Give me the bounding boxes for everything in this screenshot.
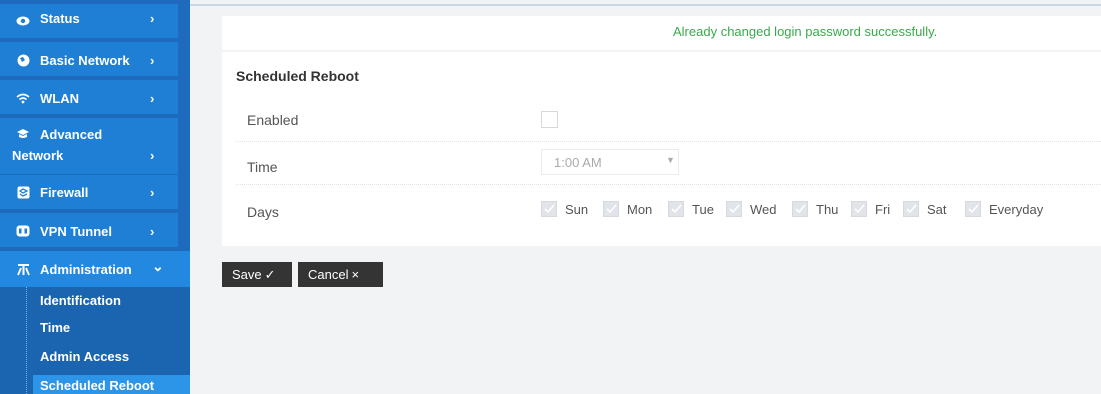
day-label: Everyday <box>989 201 1044 217</box>
row-divider <box>236 141 1101 142</box>
save-button-label: Save <box>232 267 262 282</box>
chevron-right-icon: › <box>150 53 155 68</box>
sidebar-subitem-admin-access[interactable]: Admin Access <box>40 349 129 364</box>
chevron-right-icon: › <box>150 185 155 200</box>
top-divider <box>190 4 1101 6</box>
check-icon: ✓ <box>264 266 276 282</box>
checkbox-checked-icon <box>541 201 557 217</box>
time-select[interactable]: 1:00 AM ▼ <box>541 149 679 175</box>
sidebar-item-advanced-network[interactable]: Advanced Network › <box>0 118 178 174</box>
tree-line <box>26 287 27 394</box>
chevron-right-icon: › <box>150 148 155 163</box>
sidebar-item-basic-network[interactable]: Basic Network › <box>0 42 178 76</box>
checkbox-checked-icon <box>792 201 808 217</box>
chevron-right-icon: › <box>150 11 155 26</box>
checkbox-checked-icon <box>903 201 919 217</box>
graduation-cap-icon <box>16 127 30 141</box>
sidebar-item-label: Advanced <box>40 127 103 142</box>
day-checkbox-everyday[interactable]: Everyday <box>965 200 1043 218</box>
tools-icon <box>16 262 30 276</box>
sidebar-item-label: Status <box>40 11 80 26</box>
checkbox-checked-icon <box>668 201 684 217</box>
sidebar-item-firewall[interactable]: Firewall › <box>0 175 178 209</box>
dropdown-arrow-icon: ▼ <box>666 155 675 165</box>
checkbox-checked-icon <box>851 201 867 217</box>
sidebar-item-label: VPN Tunnel <box>40 224 112 239</box>
day-checkbox-sun[interactable]: Sun <box>541 200 588 218</box>
day-label: Tue <box>692 201 714 217</box>
close-icon: × <box>351 267 360 282</box>
sidebar-item-administration[interactable]: Administration ⌄ <box>0 251 190 287</box>
sidebar-item-label: Basic Network <box>40 53 130 68</box>
sidebar-item-wlan[interactable]: WLAN › <box>0 80 178 114</box>
success-message: Already changed login password successfu… <box>673 24 938 39</box>
day-label: Mon <box>627 201 653 217</box>
chevron-right-icon: › <box>150 224 155 239</box>
sidebar-item-label: Administration <box>40 262 132 277</box>
time-label: Time <box>247 159 278 175</box>
vpn-icon <box>16 224 30 238</box>
day-label: Thu <box>816 201 839 217</box>
day-checkbox-wed[interactable]: Wed <box>726 200 777 218</box>
panel-title: Scheduled Reboot <box>236 68 359 84</box>
shield-icon <box>16 185 30 199</box>
sidebar-item-status[interactable]: Status › <box>0 4 178 38</box>
sidebar-submenu: Identification Time Admin Access Schedul… <box>0 287 190 394</box>
sidebar-subitem-time[interactable]: Time <box>40 320 70 335</box>
eye-icon <box>16 14 30 28</box>
enabled-label: Enabled <box>247 112 299 128</box>
notification-banner <box>222 16 1101 50</box>
day-label: Sat <box>927 201 947 217</box>
sidebar-item-label: Firewall <box>40 185 89 200</box>
day-checkbox-fri[interactable]: Fri <box>851 200 890 218</box>
cancel-button-label: Cancel <box>308 267 349 282</box>
save-button[interactable]: Save ✓ <box>222 262 292 287</box>
chevron-right-icon: › <box>150 91 155 106</box>
time-select-value: 1:00 AM <box>554 155 602 170</box>
sidebar: Status › Basic Network › WLAN › Advanced… <box>0 0 190 394</box>
enabled-checkbox[interactable] <box>541 111 558 128</box>
day-label: Wed <box>750 201 777 217</box>
sidebar-subitem-identification[interactable]: Identification <box>40 293 121 308</box>
sidebar-subitem-scheduled-reboot[interactable]: Scheduled Reboot <box>33 375 190 394</box>
day-label: Fri <box>875 201 891 217</box>
row-divider <box>236 184 1101 185</box>
checkbox-checked-icon <box>726 201 742 217</box>
day-checkbox-tue[interactable]: Tue <box>668 200 714 218</box>
day-checkbox-thu[interactable]: Thu <box>792 200 838 218</box>
globe-icon <box>16 53 30 67</box>
day-checkbox-mon[interactable]: Mon <box>603 200 652 218</box>
chevron-down-icon: ⌄ <box>152 258 164 274</box>
days-label: Days <box>247 204 279 220</box>
wifi-icon <box>16 91 30 105</box>
day-label: Sun <box>565 201 589 217</box>
checkbox-checked-icon <box>603 201 619 217</box>
day-checkbox-sat[interactable]: Sat <box>903 200 947 218</box>
sidebar-item-label: WLAN <box>40 91 79 106</box>
cancel-button[interactable]: Cancel × <box>298 262 383 287</box>
sidebar-item-label-line2: Network <box>12 148 64 163</box>
checkbox-checked-icon <box>965 201 981 217</box>
sidebar-item-vpn-tunnel[interactable]: VPN Tunnel › <box>0 213 178 247</box>
